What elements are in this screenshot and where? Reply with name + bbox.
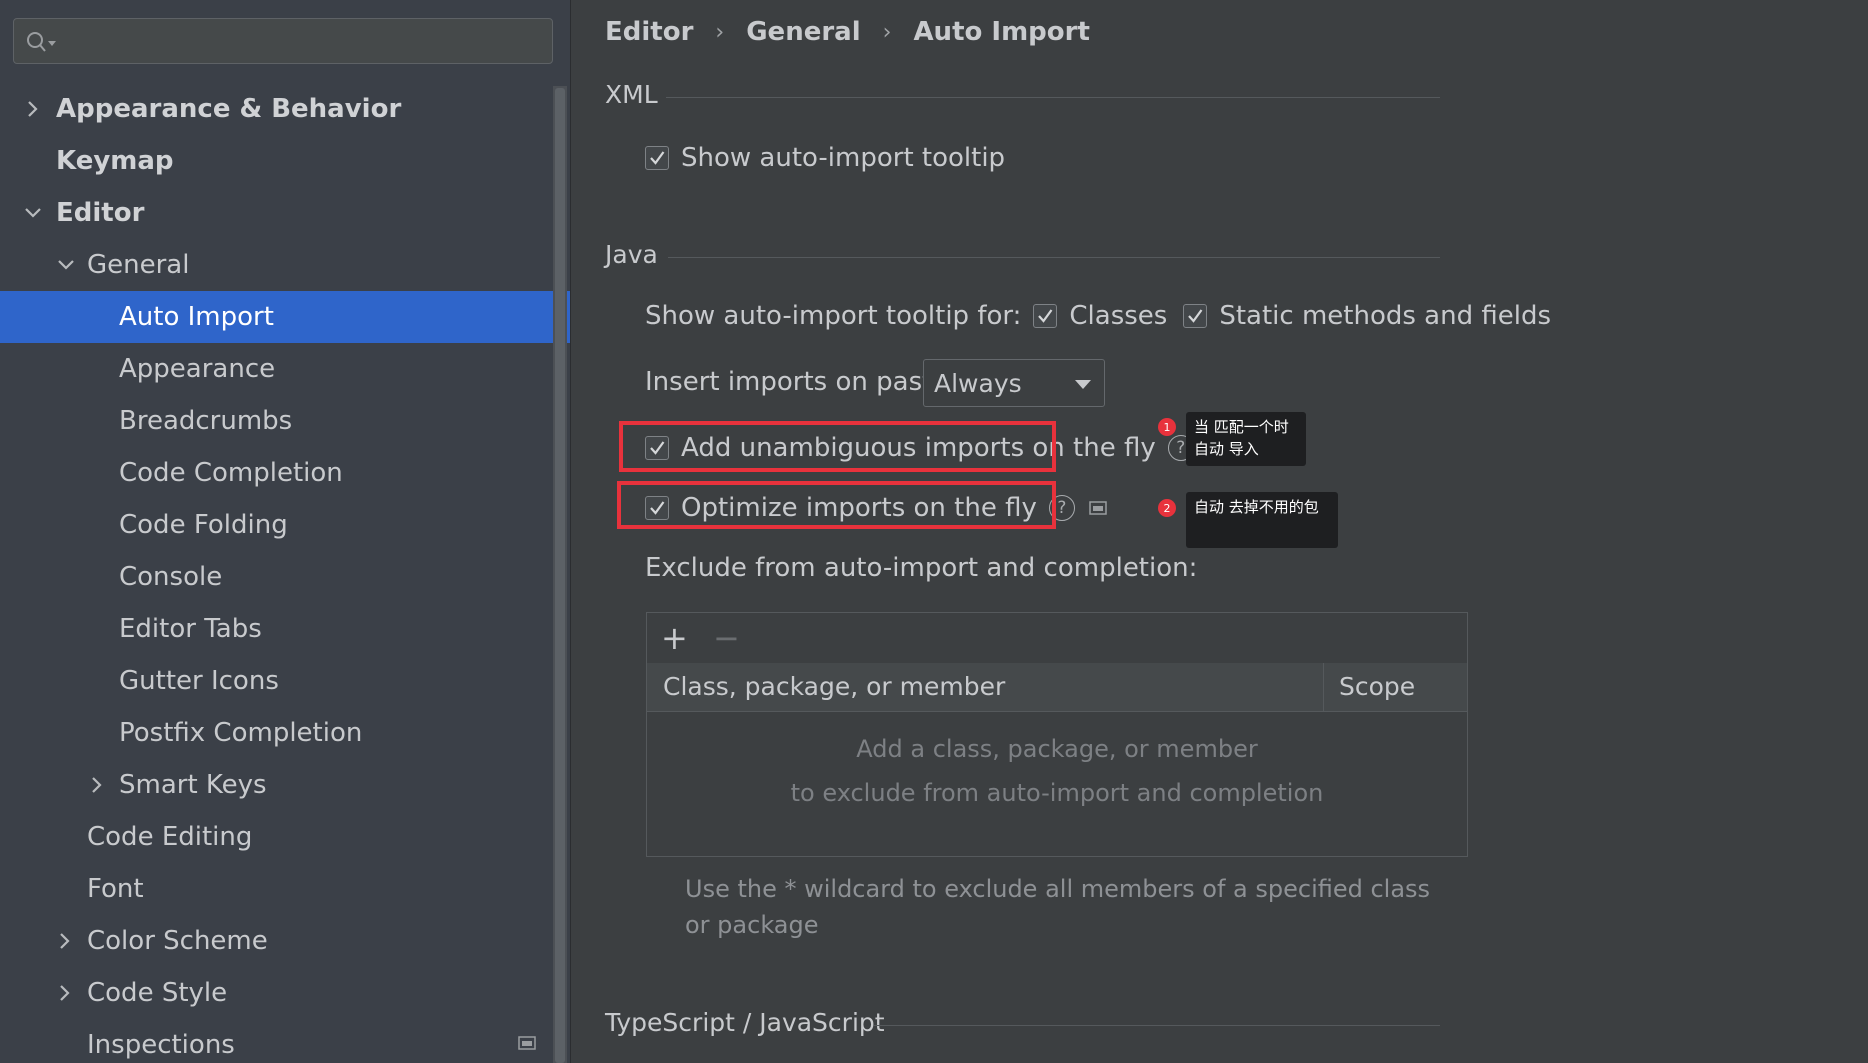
tree-item-code-completion[interactable]: Code Completion bbox=[0, 447, 570, 499]
tree-item-smart-keys[interactable]: Smart Keys bbox=[0, 759, 570, 811]
tree-item-label: Gutter Icons bbox=[119, 666, 279, 696]
tree-item-label: General bbox=[87, 250, 190, 280]
search-icon bbox=[27, 32, 56, 52]
tree-item-auto-import[interactable]: Auto Import bbox=[0, 291, 570, 343]
tree-item-label: Breadcrumbs bbox=[119, 406, 293, 436]
tooltip-for-label: Show auto-import tooltip for: bbox=[645, 301, 1022, 331]
tree-item-inspections[interactable]: Inspections bbox=[0, 1019, 570, 1063]
tree-item-general[interactable]: General bbox=[0, 239, 570, 291]
tree-item-code-style[interactable]: Code Style bbox=[0, 967, 570, 1019]
section-divider bbox=[666, 97, 1440, 98]
empty-state-text: Add a class, package, or member bbox=[856, 735, 1258, 763]
checkbox[interactable] bbox=[645, 146, 669, 170]
tree-item-label: Font bbox=[87, 874, 144, 904]
chevron-down-icon[interactable] bbox=[54, 239, 78, 291]
project-scope-icon[interactable] bbox=[1089, 501, 1107, 515]
chevron-right-icon[interactable] bbox=[85, 759, 109, 811]
section-divider bbox=[668, 257, 1440, 258]
chevron-right-icon[interactable] bbox=[21, 83, 45, 135]
tree-item-breadcrumbs[interactable]: Breadcrumbs bbox=[0, 395, 570, 447]
static-methods-label: Static methods and fields bbox=[1219, 301, 1551, 331]
breadcrumb: Editor › General › Auto Import bbox=[605, 14, 1090, 50]
breadcrumb-separator: › bbox=[715, 19, 725, 45]
annotation-text: 自动 去掉不用的包 bbox=[1194, 498, 1319, 516]
section-title-xml: XML bbox=[605, 80, 658, 109]
tree-item-console[interactable]: Console bbox=[0, 551, 570, 603]
dropdown-arrow-icon bbox=[1075, 380, 1091, 389]
empty-state-text: to exclude from auto-import and completi… bbox=[790, 779, 1324, 807]
settings-sidebar: Appearance & Behavior Keymap Editor Gene… bbox=[0, 0, 571, 1063]
search-input[interactable] bbox=[66, 25, 540, 59]
breadcrumb-item: General bbox=[746, 17, 861, 47]
remove-icon[interactable]: − bbox=[713, 622, 740, 654]
chevron-right-icon[interactable] bbox=[53, 967, 77, 1019]
tree-item-label: Color Scheme bbox=[87, 926, 268, 956]
tree-item-label: Code Completion bbox=[119, 458, 343, 488]
breadcrumb-separator: › bbox=[882, 19, 892, 45]
tree-item-editor[interactable]: Editor bbox=[0, 187, 570, 239]
tree-item-label: Keymap bbox=[56, 146, 174, 176]
tree-item-postfix-completion[interactable]: Postfix Completion bbox=[0, 707, 570, 759]
tree-item-label: Editor Tabs bbox=[119, 614, 262, 644]
java-tooltip-for-row: Show auto-import tooltip for: Classes St… bbox=[645, 298, 1551, 334]
static-methods-checkbox[interactable] bbox=[1183, 304, 1208, 328]
section-title-java: Java bbox=[605, 240, 658, 269]
table-toolbar: + − bbox=[647, 613, 1467, 664]
checkbox-label: Show auto-import tooltip bbox=[681, 143, 1006, 173]
project-scope-icon[interactable] bbox=[518, 1036, 536, 1050]
settings-tree: Appearance & Behavior Keymap Editor Gene… bbox=[0, 83, 570, 1063]
add-icon[interactable]: + bbox=[661, 622, 688, 654]
tree-item-appearance[interactable]: Appearance bbox=[0, 343, 570, 395]
tree-item-font[interactable]: Font bbox=[0, 863, 570, 915]
xml-show-tooltip-option[interactable]: Show auto-import tooltip bbox=[645, 140, 1005, 176]
tree-item-code-folding[interactable]: Code Folding bbox=[0, 499, 570, 551]
tree-item-keymap[interactable]: Keymap bbox=[0, 135, 570, 187]
settings-content: Editor › General › Auto Import XML Show … bbox=[571, 0, 1868, 1063]
chevron-down-icon[interactable] bbox=[21, 187, 45, 239]
exclude-table: + − Class, package, or member Scope Add … bbox=[646, 612, 1468, 857]
tree-item-editor-tabs[interactable]: Editor Tabs bbox=[0, 603, 570, 655]
tree-item-color-scheme[interactable]: Color Scheme bbox=[0, 915, 570, 967]
tree-item-appearance-behavior[interactable]: Appearance & Behavior bbox=[0, 83, 570, 135]
select-value: Always bbox=[934, 368, 1022, 398]
tree-item-gutter-icons[interactable]: Gutter Icons bbox=[0, 655, 570, 707]
column-header-scope[interactable]: Scope bbox=[1339, 663, 1415, 711]
chevron-right-icon[interactable] bbox=[53, 915, 77, 967]
tree-item-label: Postfix Completion bbox=[119, 718, 363, 748]
insert-on-paste-select[interactable]: Always bbox=[923, 359, 1105, 407]
highlight-box-1 bbox=[619, 421, 1056, 472]
search-box[interactable] bbox=[13, 18, 553, 64]
annotation-text: 当 匹配一个时 bbox=[1194, 418, 1289, 436]
column-divider[interactable] bbox=[1323, 663, 1324, 711]
wildcard-note: Use the * wildcard to exclude all member… bbox=[685, 875, 1431, 939]
tree-item-label: Editor bbox=[56, 198, 145, 228]
tree-item-label: Code Folding bbox=[119, 510, 288, 540]
annotation-text: 自动 导入 bbox=[1194, 440, 1259, 458]
classes-label: Classes bbox=[1069, 301, 1168, 331]
tree-item-label: Auto Import bbox=[119, 302, 274, 332]
annotation-tooltip-2: 自动 去掉不用的包 bbox=[1186, 492, 1338, 548]
annotation-badge-2: 2 bbox=[1158, 499, 1176, 517]
insert-on-paste-label: Insert imports on paste: bbox=[645, 367, 958, 397]
tree-item-label: Smart Keys bbox=[119, 770, 267, 800]
classes-checkbox[interactable] bbox=[1033, 304, 1058, 328]
annotation-tooltip-1: 当 匹配一个时 自动 导入 bbox=[1186, 412, 1306, 466]
tree-item-label: Code Style bbox=[87, 978, 228, 1008]
annotation-badge-1: 1 bbox=[1158, 418, 1176, 436]
sidebar-scrollbar-thumb[interactable] bbox=[555, 88, 565, 1063]
tree-item-label: Code Editing bbox=[87, 822, 253, 852]
tree-item-label: Appearance bbox=[119, 354, 276, 384]
highlight-box-2 bbox=[617, 481, 1056, 529]
column-header-class[interactable]: Class, package, or member bbox=[663, 663, 1005, 711]
section-divider bbox=[874, 1025, 1440, 1026]
tree-item-label: Inspections bbox=[87, 1030, 235, 1060]
tree-item-label: Appearance & Behavior bbox=[56, 94, 402, 124]
breadcrumb-item: Editor bbox=[605, 17, 694, 47]
section-title-typescript: TypeScript / JavaScript bbox=[605, 1008, 885, 1037]
exclude-label: Exclude from auto-import and completion: bbox=[645, 553, 1198, 583]
tree-item-code-editing[interactable]: Code Editing bbox=[0, 811, 570, 863]
breadcrumb-item: Auto Import bbox=[913, 17, 1090, 47]
table-header: Class, package, or member Scope bbox=[647, 663, 1467, 712]
tree-item-label: Console bbox=[119, 562, 223, 592]
